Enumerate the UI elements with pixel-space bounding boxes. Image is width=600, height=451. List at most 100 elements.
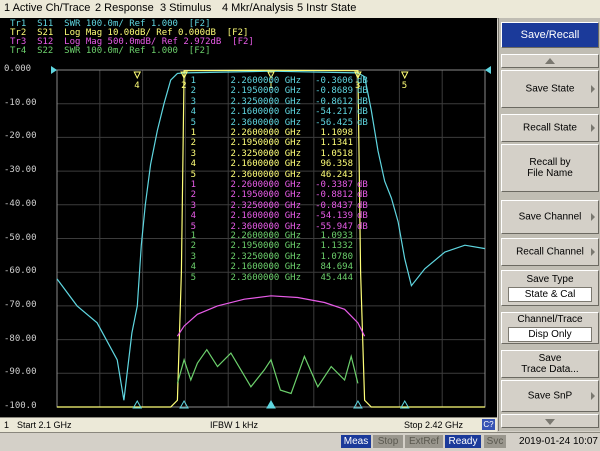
y-axis-label: -10.00 xyxy=(4,97,37,108)
softkey-value: State & Cal xyxy=(508,287,592,302)
softkey-label-line2: Trace Data... xyxy=(521,364,579,375)
softkey-content: Save/Recall xyxy=(502,29,598,41)
menu-bar: 1 Active Ch/Trace 2 Response 3 Stimulus 4 M… xyxy=(0,0,600,19)
trace-line-4 xyxy=(176,348,359,395)
chevron-right-icon xyxy=(591,213,595,221)
channel-tag: C? xyxy=(482,419,495,430)
marker-row: 1 2.2600000 GHz -0.3606 dB xyxy=(186,76,375,86)
softkey-scroll-down[interactable] xyxy=(501,414,599,428)
trace-header-4[interactable]: Tr4 S22 SWR 100.0m/ Ref 1.000 [F2] xyxy=(10,47,210,56)
softkey-label: Channel/Trace xyxy=(517,314,583,325)
date-time: 2019-01-24 10:07 xyxy=(519,436,598,447)
marker-value: -54.139 xyxy=(315,211,353,222)
softkey-content: Recall by File Name xyxy=(502,157,598,179)
marker-row: 5 2.3600000 GHz -56.425 dB xyxy=(186,118,375,128)
marker-unit: dB xyxy=(357,86,368,97)
softkey-save[interactable]: Save Trace Data... xyxy=(501,350,599,378)
y-axis-label: -90.00 xyxy=(4,367,37,378)
marker-label-5: 5 xyxy=(402,81,407,91)
marker-number: 4 xyxy=(190,107,196,118)
indicator-stop: Stop xyxy=(373,435,403,448)
marker-frequency: 2.1950000 GHz xyxy=(230,241,301,252)
marker-value: 1.1098 xyxy=(320,128,353,138)
indicator-extref: ExtRef xyxy=(405,435,443,448)
reference-marker-left xyxy=(51,66,57,74)
marker-row: 3 2.3250000 GHz -0.8437 dB xyxy=(186,201,375,211)
marker-number: 2 xyxy=(190,138,196,149)
marker-row: 5 2.3600000 GHz 45.444 xyxy=(186,273,375,283)
softkey-scroll-up[interactable] xyxy=(501,54,599,68)
marker-row: 3 2.3250000 GHz -0.8612 dB xyxy=(186,97,375,107)
marker-row: 1 2.2600000 GHz 1.1098 xyxy=(186,128,375,138)
menu-item-5[interactable]: 5 Instr State xyxy=(297,2,356,14)
marker-number: 4 xyxy=(190,262,196,273)
menu-item-1[interactable]: 1 Active Ch/Trace xyxy=(4,2,90,14)
marker-number: 2 xyxy=(190,190,196,201)
softkey-save-recall[interactable]: Save/Recall xyxy=(501,22,599,48)
marker-frequency: 2.2600000 GHz xyxy=(230,76,301,86)
softkey-save-state[interactable]: Save State xyxy=(501,70,599,108)
chevron-right-icon xyxy=(591,392,595,400)
softkey-value: Disp Only xyxy=(508,327,592,342)
marker-frequency: 2.1600000 GHz xyxy=(230,159,301,170)
marker-frequency: 2.3600000 GHz xyxy=(230,272,301,283)
start-frequency[interactable]: Start 2.1 GHz xyxy=(17,420,72,430)
marker-value: 46.243 xyxy=(320,169,353,180)
marker-number: 5 xyxy=(190,169,196,180)
softkey-save-snp[interactable]: Save SnP xyxy=(501,380,599,412)
marker-value: -54.217 xyxy=(315,107,353,118)
y-axis-label: -20.00 xyxy=(4,131,37,142)
marker-frequency: 2.1950000 GHz xyxy=(230,86,301,97)
softkey-label: Save SnP xyxy=(527,390,573,402)
softkey-content: Save Type State & Cal xyxy=(502,274,598,302)
marker-row: 4 2.1600000 GHz 84.694 xyxy=(186,262,375,272)
softkey-recall-by[interactable]: Recall by File Name xyxy=(501,144,599,192)
softkey-label: Save Channel xyxy=(518,211,582,223)
menu-item-4[interactable]: 4 Mkr/Analysis xyxy=(222,2,294,14)
if-bandwidth[interactable]: IFBW 1 kHz xyxy=(210,420,258,430)
softkey-recall-state[interactable]: Recall State xyxy=(501,114,599,142)
menu-item-3[interactable]: 3 Stimulus xyxy=(160,2,211,14)
softkey-label: Recall Channel xyxy=(516,246,584,258)
y-axis-label: 0.000 xyxy=(4,64,32,74)
marker-frequency: 2.3250000 GHz xyxy=(230,148,301,159)
softkey-content: Save Trace Data... xyxy=(502,353,598,375)
marker-frequency: 2.3250000 GHz xyxy=(230,251,301,262)
marker-frequency: 2.2600000 GHz xyxy=(230,180,301,190)
marker-frequency: 2.2600000 GHz xyxy=(230,128,301,138)
marker-value: 1.0518 xyxy=(320,148,353,159)
marker-value: 45.444 xyxy=(320,272,353,283)
marker-value: -0.8437 xyxy=(315,200,353,211)
softkey-save-channel[interactable]: Save Channel xyxy=(501,200,599,234)
marker-number: 2 xyxy=(190,86,196,97)
marker-unit: dB xyxy=(357,107,368,118)
softkey-channel-trace[interactable]: Channel/Trace Disp Only xyxy=(501,312,599,344)
marker-number: 2 xyxy=(190,241,196,252)
softkey-label: Recall State xyxy=(523,122,577,134)
marker-value: -0.8812 xyxy=(315,190,353,201)
softkey-save-type[interactable]: Save Type State & Cal xyxy=(501,270,599,306)
marker-number: 5 xyxy=(190,117,196,128)
marker-number: 1 xyxy=(190,128,196,138)
softkey-panel: Save/Recall Save State Recall State Recall … xyxy=(498,18,600,431)
chevron-down-icon xyxy=(545,419,555,425)
marker-unit: dB xyxy=(357,180,368,190)
marker-row: 4 2.1600000 GHz -54.217 dB xyxy=(186,107,375,117)
softkey-content: Save Channel xyxy=(502,212,598,223)
marker-unit: dB xyxy=(357,76,368,86)
marker-value: 1.1332 xyxy=(320,241,353,252)
softkey-content: Channel/Trace Disp Only xyxy=(502,314,598,342)
chevron-right-icon xyxy=(591,248,595,256)
softkey-label: Save State xyxy=(525,83,575,95)
trace-plot[interactable]: 12345 Tr1 S11 SWR 100.0m/ Ref 1.000 [F2]… xyxy=(0,18,497,417)
marker-value: 1.0933 xyxy=(320,231,353,241)
marker-number: 4 xyxy=(190,159,196,170)
channel-status-bar: 1 Start 2.1 GHz IFBW 1 kHz Stop 2.42 GHz… xyxy=(0,417,497,432)
marker-unit: dB xyxy=(357,190,368,201)
softkey-content: Recall Channel xyxy=(502,247,598,258)
marker-number: 3 xyxy=(190,251,196,262)
menu-item-2[interactable]: 2 Response xyxy=(95,2,154,14)
stop-frequency[interactable]: Stop 2.42 GHz xyxy=(404,420,463,430)
y-axis-label: -30.00 xyxy=(4,165,37,176)
softkey-recall-channel[interactable]: Recall Channel xyxy=(501,238,599,266)
